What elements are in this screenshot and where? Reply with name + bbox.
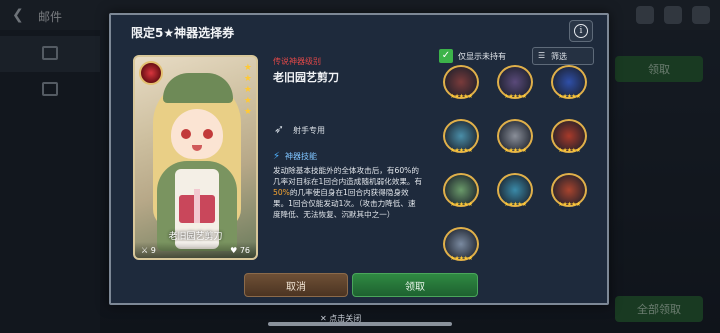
card-left-stat: ⚔ 9 xyxy=(141,246,156,255)
artifact-stars: ★★★★★ xyxy=(450,255,473,262)
skill-desc-part2: 的几率使自身在1回合内获得隐身效果。1回合仅能发动1次。（攻击力降低、速度降低、… xyxy=(273,188,416,219)
artifact-grid-item[interactable]: ★★★★★ xyxy=(549,171,589,209)
card-stars: ★ ★ ★ ★ ★ xyxy=(244,63,252,117)
star-icon: ★ xyxy=(243,107,252,117)
filter-button[interactable]: ☰ 筛选 xyxy=(532,47,594,65)
artifact-grid-item[interactable]: ★★★★★ xyxy=(441,171,481,209)
rarity-emblem-icon xyxy=(139,61,163,85)
artifact-grid-item[interactable]: ★★★★★ xyxy=(549,63,589,101)
info-button[interactable]: i xyxy=(569,20,593,42)
artifact-stars: ★★★★★ xyxy=(558,147,581,154)
home-indicator[interactable] xyxy=(268,322,452,326)
card-stats: ⚔ 9 ♥ 76 xyxy=(135,242,256,258)
character-eye-right xyxy=(203,129,213,139)
artifact-grid-item[interactable]: ★★★★★ xyxy=(441,117,481,155)
artifact-grid-item[interactable]: ★★★★★ xyxy=(495,63,535,101)
card-left-value: 9 xyxy=(150,245,156,255)
skill-description: 发动除基本技能外的全体攻击后，有60%的几率对目标在1回合内造成随机弱化效果。有… xyxy=(273,165,423,220)
artifact-grid-item[interactable]: ★★★★★ xyxy=(441,225,481,263)
artifact-stars: ★★★★★ xyxy=(504,147,527,154)
artifact-stars: ★★★★★ xyxy=(558,93,581,100)
filter-icon: ☰ xyxy=(538,51,546,60)
artifact-name: 老旧园艺剪刀 xyxy=(273,71,339,84)
artifact-card: ★ ★ ★ ★ ★ 老旧园艺剪刀 ⚔ 9 ♥ 76 xyxy=(133,55,258,260)
skill-desc-part1: 发动除基本技能外的全体攻击后，有60%的几率对目标在1回合内造成随机弱化效果。有 xyxy=(273,166,423,186)
dialog-title: 限定5★神器选择券 xyxy=(131,26,235,40)
artifact-list-panel: ✓ 仅显示未持有 ☰ 筛选 ★★★★★ ★★★★★ ★★★★★ ★★★★★ ★★★★★ ★… xyxy=(433,45,598,263)
star-icon: ★ xyxy=(243,85,252,95)
artifact-select-dialog: 限定5★神器选择券 i ★ ★ ★ ★ ★ 老旧园艺剪刀 ⚔ 9 ♥ 76 传说… xyxy=(109,13,609,305)
artifact-stars: ★★★★★ xyxy=(450,147,473,154)
artifact-grid-item[interactable]: ★★★★★ xyxy=(495,117,535,155)
card-right-value: 76 xyxy=(239,245,250,255)
character-face xyxy=(171,109,223,159)
confirm-button[interactable]: 领取 xyxy=(352,273,478,297)
skill-title: 神器技能 xyxy=(285,152,317,161)
artifact-grid-item[interactable]: ★★★★★ xyxy=(441,63,481,101)
show-unowned-checkbox[interactable]: ✓ xyxy=(439,49,453,63)
heart-icon: ♥ xyxy=(230,245,238,255)
character-eye-left xyxy=(181,129,191,139)
card-right-stat: ♥ 76 xyxy=(230,246,250,255)
info-icon: i xyxy=(574,24,588,38)
artifact-role: 射手专用 xyxy=(293,126,325,135)
lightning-icon: ⚡ xyxy=(273,151,281,162)
filter-label: 筛选 xyxy=(551,52,567,61)
star-icon: ★ xyxy=(243,74,252,84)
artifact-stars: ★★★★★ xyxy=(450,93,473,100)
artifact-stars: ★★★★★ xyxy=(504,93,527,100)
show-unowned-label[interactable]: 仅显示未持有 xyxy=(458,51,506,62)
character-hat xyxy=(163,73,233,103)
sword-icon: ⚔ xyxy=(141,245,149,255)
artifact-stars: ★★★★★ xyxy=(558,201,581,208)
artifact-stars: ★★★★★ xyxy=(450,201,473,208)
star-icon: ★ xyxy=(243,63,252,73)
star-icon: ★ xyxy=(243,96,252,106)
skill-desc-highlight: 50% xyxy=(273,188,290,197)
artifact-grid-item[interactable]: ★★★★★ xyxy=(549,117,589,155)
bow-icon: ➶ xyxy=(274,122,285,136)
artifact-grid-item[interactable]: ★★★★★ xyxy=(495,171,535,209)
artifact-stars: ★★★★★ xyxy=(504,201,527,208)
cancel-button[interactable]: 取消 xyxy=(244,273,348,297)
artifact-rank: 传说神器级别 xyxy=(273,57,321,66)
gift-ribbon xyxy=(194,189,200,223)
